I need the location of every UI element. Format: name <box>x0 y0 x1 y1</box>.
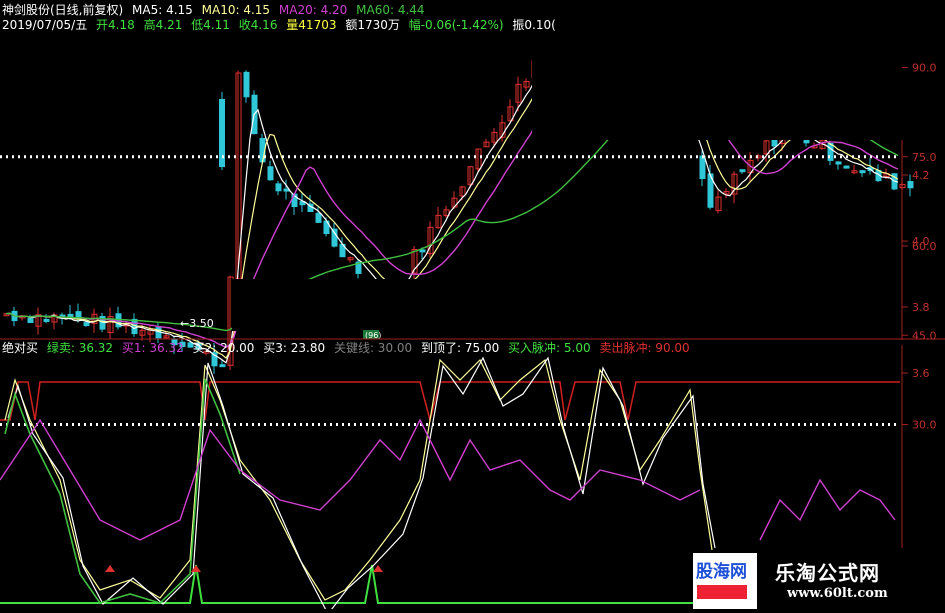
candle-body <box>771 139 778 147</box>
top-value: 到顶了: 75.00 <box>421 341 500 355</box>
amount-value: 额1730万 <box>345 18 400 32</box>
candle-body <box>275 183 282 192</box>
quote-header: 2019/07/05/五 开4.18 高4.21 低4.11 收4.16 量41… <box>2 18 561 32</box>
candle-body <box>315 212 322 223</box>
candle-body <box>859 170 866 174</box>
candle-body <box>243 71 250 98</box>
volume-value: 量41703 <box>286 18 337 32</box>
buy3-line <box>4 358 713 601</box>
candle-body <box>283 188 290 192</box>
buy1-value: 买1: 36.32 <box>121 341 184 355</box>
indicator-tick-label: 60.0 <box>912 240 937 253</box>
candle-body <box>699 155 706 180</box>
candle-body <box>27 318 34 324</box>
low-annotation: ←3.50 <box>180 317 214 330</box>
watermark-left-bar <box>697 585 747 599</box>
price-header: 神剑股份(日线,前复权) MA5: 4.15 MA10: 4.15 MA20: … <box>2 3 430 17</box>
mask-top-right <box>532 0 945 140</box>
indicator-tick-label: 90.0 <box>912 62 937 75</box>
date-label: 2019/07/05/五 <box>2 18 88 32</box>
buy3-value: 买3: 23.80 <box>263 341 326 355</box>
change-value: 幅-0.06(-1.42%) <box>408 18 504 32</box>
buy-signal-icon <box>191 565 201 572</box>
indicator-name: 绝对买 <box>2 341 39 355</box>
sell-pulse-value: 卖出脉冲: 90.00 <box>599 341 690 355</box>
chart-stage: 4.44.24.03.83.6←3.50(96)90.075.060.045.0… <box>0 0 945 613</box>
candle-body <box>739 169 746 173</box>
candle-body <box>83 322 90 327</box>
chart-canvas: 4.44.24.03.83.6←3.50(96)90.075.060.045.0… <box>0 0 945 613</box>
amplitude-value: 振0.10( <box>512 18 556 32</box>
price-tick-label: 3.8 <box>912 301 930 314</box>
candle-body <box>219 364 226 368</box>
indicator-header: 绝对买 绿卖: 36.32 买1: 36.32 买2: 20.00 买3: 23… <box>2 341 695 355</box>
watermark-left-text: 股海网 <box>696 562 747 582</box>
buy-signal-icon <box>105 565 115 572</box>
indicator-tick-label: 75.0 <box>912 151 937 164</box>
ma20-label: MA20: 4.20 <box>278 3 348 17</box>
indicator-tick-label: 45.0 <box>912 329 937 342</box>
buy-pulse-value: 买入脉冲: 5.00 <box>508 341 591 355</box>
green-sell-value: 绿卖: 36.32 <box>46 341 114 355</box>
close-value: 收4.16 <box>238 18 278 32</box>
candle-body <box>43 318 50 322</box>
sell-pulse-line <box>0 381 900 423</box>
price-tick-label: 3.6 <box>912 367 930 380</box>
candle-body <box>835 161 842 165</box>
ma5-label: MA5: 4.15 <box>132 3 193 17</box>
key-line-value: 关键线: 30.00 <box>333 341 413 355</box>
indicator-tick-label: 30.0 <box>912 419 937 432</box>
open-value: 开4.18 <box>96 18 135 32</box>
buy2-value: 买2: 20.00 <box>192 341 255 355</box>
high-value: 高4.21 <box>143 18 183 32</box>
buy1-line-right <box>759 478 896 541</box>
watermark-box: 乐淘公式网 www.60lt.com <box>757 548 945 609</box>
candle-body <box>155 327 162 339</box>
stock-title: 神剑股份(日线,前复权) <box>2 3 124 17</box>
buy1-line <box>0 418 701 541</box>
candle-body <box>331 228 338 247</box>
low-value: 低4.11 <box>191 18 230 32</box>
candle-body <box>419 249 426 253</box>
candle-body <box>843 165 850 169</box>
price-tick-label: 4.2 <box>912 169 930 182</box>
candle-body <box>67 313 74 317</box>
buy-signal-icon <box>373 565 383 572</box>
candle-body <box>267 166 274 181</box>
watermark-left: 股海网 <box>693 553 757 609</box>
watermark-title: 乐淘公式网 <box>775 561 880 585</box>
candle-body <box>907 181 914 189</box>
ma60-label: MA60: 4.44 <box>356 3 425 17</box>
ma10-label: MA10: 4.15 <box>201 3 271 17</box>
watermark-url: www.60lt.com <box>787 586 888 601</box>
mask-mid <box>232 279 712 331</box>
